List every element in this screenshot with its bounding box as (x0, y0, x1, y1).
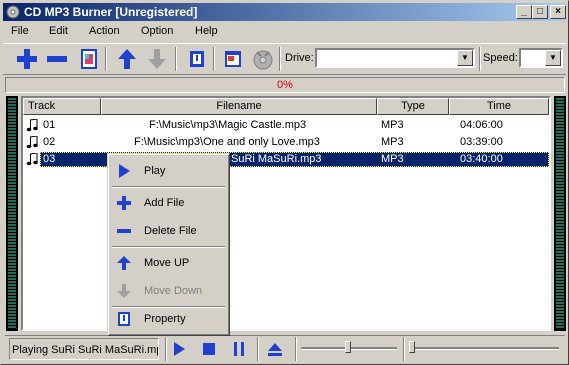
move-down-button[interactable] (145, 47, 169, 71)
main-window: CD MP3 Burner [Unregistered] _ □ × File … (0, 0, 569, 365)
plus-icon (17, 49, 37, 69)
track-filename: F:\Music\mp3\Magic Castle.mp3 (149, 119, 307, 131)
menu-help[interactable]: Help (195, 25, 218, 37)
menu-separator (112, 246, 225, 248)
delete-file-button[interactable] (45, 47, 69, 71)
toolbar-separator (279, 47, 281, 71)
track-type: MP3 (381, 119, 404, 131)
drive-select[interactable]: ▼ (315, 48, 475, 68)
context-menu-move-up[interactable]: Move UP (110, 250, 227, 276)
burn-progress-bar: 0% (5, 77, 565, 93)
context-menu-property[interactable]: Property (110, 306, 227, 332)
context-menu: Play Add File Delete File Move UP Move D… (107, 153, 230, 336)
track-time: 04:06:00 (460, 119, 503, 131)
volume-slider-thumb[interactable] (345, 341, 351, 353)
minimize-button[interactable]: _ (516, 5, 532, 19)
track-time: 03:39:00 (460, 136, 503, 148)
context-menu-move-down[interactable]: Move Down (110, 278, 227, 304)
burn-disc-icon (253, 50, 273, 70)
column-header-time[interactable]: Time (449, 98, 549, 115)
menu-action[interactable]: Action (89, 25, 120, 37)
chevron-down-icon[interactable]: ▼ (457, 50, 473, 66)
track-number: 01 (43, 119, 56, 131)
chevron-down-icon[interactable]: ▼ (545, 50, 561, 66)
table-row[interactable]: 02 F:\Music\mp3\One and only Love.mp3 MP… (23, 135, 549, 150)
track-filename: SuRi MaSuRi.mp3 (231, 153, 322, 165)
burn-settings-button[interactable] (221, 47, 245, 71)
toolbar: Drive: ▼ Speed: ▼ (3, 43, 566, 75)
menu-separator (112, 186, 225, 188)
arrow-down-icon (117, 284, 131, 298)
music-note-icon (26, 119, 38, 132)
move-up-button[interactable] (115, 47, 139, 71)
playback-bar: Playing SuRi SuRi MaSuRi.mp3 (5, 335, 565, 362)
clear-list-button[interactable] (77, 47, 101, 71)
toolbar-separator (213, 47, 215, 71)
seek-slider-thumb[interactable] (409, 341, 415, 353)
menu-option[interactable]: Option (141, 25, 173, 37)
menu-file[interactable]: File (11, 25, 29, 37)
column-header-type[interactable]: Type (377, 98, 449, 115)
speed-label: Speed: (483, 52, 518, 64)
property-icon (190, 51, 204, 67)
toolbar-separator (295, 337, 297, 361)
play-icon (119, 164, 130, 178)
table-row[interactable]: 01 F:\Music\mp3\Magic Castle.mp3 MP3 04:… (23, 118, 549, 133)
toolbar-separator (175, 47, 177, 71)
page-icon (81, 49, 97, 69)
property-button[interactable] (185, 47, 209, 71)
track-type: MP3 (381, 136, 404, 148)
menu-edit[interactable]: Edit (49, 25, 68, 37)
context-menu-add-file[interactable]: Add File (110, 190, 227, 216)
minus-icon (47, 56, 67, 62)
toolbar-separator (105, 47, 107, 71)
window-icon (225, 51, 241, 67)
table-row-selected[interactable]: 03 SuRi MaSuRi.mp3 MP3 03:40:00 (23, 152, 549, 167)
column-header-track[interactable]: Track (23, 98, 101, 115)
seek-slider-track[interactable] (409, 347, 559, 350)
add-file-button[interactable] (15, 47, 39, 71)
app-disc-icon (6, 5, 20, 19)
toolbar-separator (165, 337, 167, 361)
property-icon (118, 312, 130, 326)
track-number: 02 (43, 136, 56, 148)
context-menu-delete-file[interactable]: Delete File (110, 218, 227, 244)
track-filename: F:\Music\mp3\One and only Love.mp3 (134, 136, 320, 148)
column-header-filename[interactable]: Filename (101, 98, 377, 115)
close-button[interactable]: × (550, 5, 566, 19)
maximize-button[interactable]: □ (532, 5, 548, 19)
burn-button[interactable] (251, 47, 275, 71)
title-bar[interactable]: CD MP3 Burner [Unregistered] _ □ × (3, 3, 566, 21)
arrow-up-icon (118, 49, 136, 69)
track-number: 03 (43, 153, 56, 165)
plus-icon (117, 196, 131, 210)
context-menu-play[interactable]: Play (110, 158, 227, 184)
toolbar-separator (403, 337, 405, 361)
stop-icon[interactable] (201, 341, 217, 357)
music-note-icon (26, 153, 38, 166)
vu-meter-right (554, 96, 566, 331)
speed-select[interactable]: ▼ (519, 48, 563, 68)
toolbar-separator (257, 337, 259, 361)
arrow-down-icon (148, 49, 166, 69)
pause-icon[interactable] (231, 341, 247, 357)
music-note-icon (26, 136, 38, 149)
track-type: MP3 (381, 153, 404, 165)
drive-label: Drive: (285, 52, 314, 64)
play-icon[interactable] (171, 341, 187, 357)
toolbar-separator (479, 47, 481, 71)
track-list[interactable]: Track Filename Type Time 01 F:\Music\mp3… (21, 96, 551, 331)
track-time: 03:40:00 (460, 153, 503, 165)
window-title: CD MP3 Burner [Unregistered] (24, 5, 198, 19)
status-text: Playing SuRi SuRi MaSuRi.mp3 (9, 338, 159, 360)
minus-icon (117, 229, 131, 233)
vu-meter-left (6, 96, 18, 331)
eject-icon[interactable] (267, 341, 283, 357)
arrow-up-icon (117, 256, 131, 270)
